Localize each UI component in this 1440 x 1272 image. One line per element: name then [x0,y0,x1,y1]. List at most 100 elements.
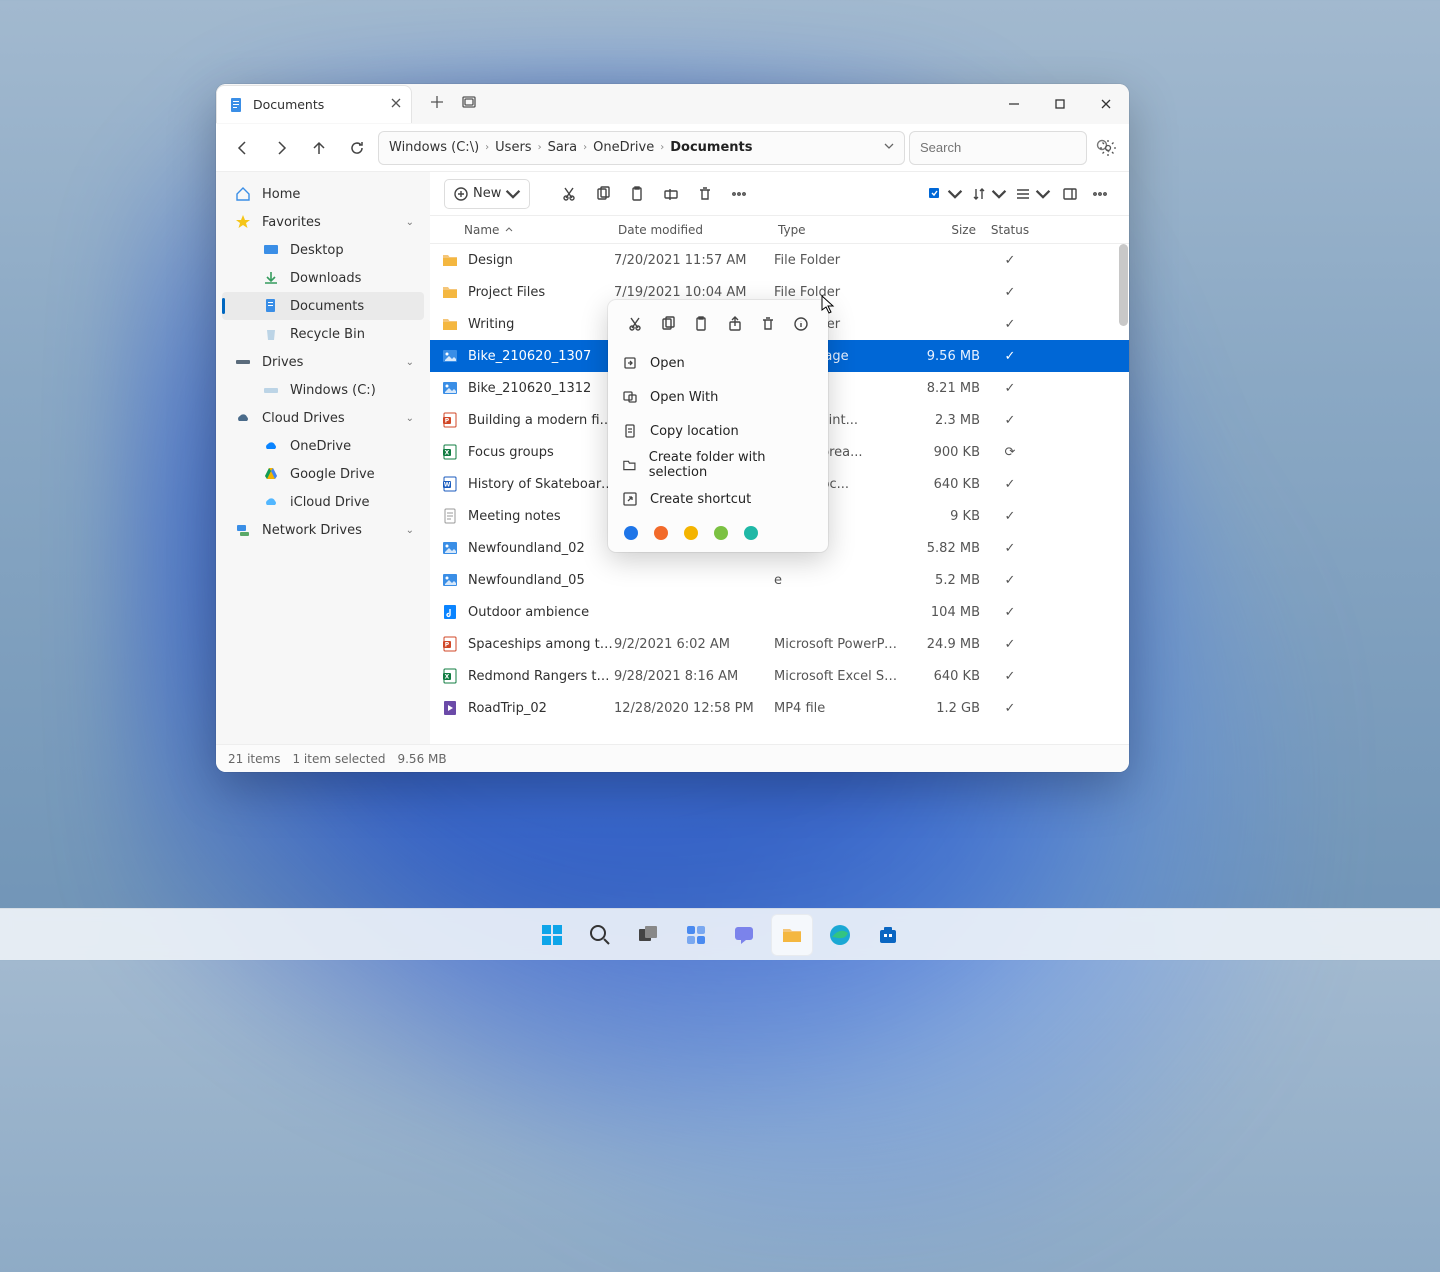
forward-button[interactable] [264,131,298,165]
start-button[interactable] [531,914,573,956]
breadcrumb-segment[interactable]: Sara [548,140,578,155]
file-size: 5.2 MB [898,573,980,588]
breadcrumb-segment[interactable]: Windows (C:\) [389,140,479,155]
close-button[interactable] [1083,84,1129,124]
select-button[interactable] [923,179,967,209]
column-status[interactable]: Status [980,223,1040,237]
cm-share-button[interactable] [721,310,749,338]
minimize-button[interactable] [991,84,1037,124]
cm-delete-button[interactable] [754,310,782,338]
file-row[interactable]: PSpaceships among the...9/2/2021 6:02 AM… [430,628,1129,660]
new-button[interactable]: New [444,179,530,209]
sidebar-label: Google Drive [290,467,375,482]
color-tag[interactable] [624,526,638,540]
sort-button[interactable] [967,179,1011,209]
file-date: 7/19/2021 10:04 AM [614,285,774,300]
breadcrumb-segment[interactable]: OneDrive [593,140,654,155]
chevron-down-icon[interactable]: ⌄ [406,357,414,368]
taskbar-chat[interactable] [723,914,765,956]
sidebar-item-icloud-drive[interactable]: iCloud Drive [222,488,424,516]
search-box[interactable] [909,131,1087,165]
file-row[interactable]: Newfoundland_05e5.2 MB✓ [430,564,1129,596]
sidebar-favorites[interactable]: Favorites ⌄ [222,208,424,236]
cm-copy-location[interactable]: Copy location [614,414,822,448]
sidebar-item-google-drive[interactable]: Google Drive [222,460,424,488]
cm-open[interactable]: Open [614,346,822,380]
file-icon: X [440,666,460,686]
scrollbar-thumb[interactable] [1119,244,1128,326]
back-button[interactable] [226,131,260,165]
preview-pane-button[interactable] [1055,179,1085,209]
file-row[interactable]: Design7/20/2021 11:57 AMFile Folder✓ [430,244,1129,276]
breadcrumb-current[interactable]: Documents [670,140,752,155]
sidebar-cloud-drives[interactable]: Cloud Drives ⌄ [222,404,424,432]
drives-icon [234,353,252,371]
taskbar-edge[interactable] [819,914,861,956]
file-status: ✓ [980,669,1040,684]
file-type: File Folder [774,285,898,300]
sidebar-network-drives[interactable]: Network Drives ⌄ [222,516,424,544]
file-row[interactable]: Outdoor ambience104 MB✓ [430,596,1129,628]
chevron-down-icon[interactable]: ⌄ [406,413,414,424]
column-type[interactable]: Type [774,223,898,237]
address-bar[interactable]: Windows (C:\)› Users› Sara› OneDrive› Do… [378,131,905,165]
overflow-button[interactable] [1085,179,1115,209]
sidebar-label: Home [262,187,300,202]
sidebar-home[interactable]: Home [222,180,424,208]
scrollbar[interactable] [1117,244,1129,744]
cm-paste-button[interactable] [687,310,715,338]
delete-button[interactable] [690,179,720,209]
sidebar-item-downloads[interactable]: Downloads [222,264,424,292]
taskbar-search[interactable] [579,914,621,956]
color-tag[interactable] [684,526,698,540]
taskbar-taskview[interactable] [627,914,669,956]
column-size[interactable]: Size [898,223,980,237]
file-type: Microsoft Excel Sprea... [774,669,898,684]
taskbar-file-explorer[interactable] [771,914,813,956]
file-status: ✓ [980,477,1040,492]
taskbar-store[interactable] [867,914,909,956]
cm-copy-button[interactable] [654,310,682,338]
tab-overview-button[interactable] [462,95,476,113]
sidebar-item-onedrive[interactable]: OneDrive [222,432,424,460]
maximize-button[interactable] [1037,84,1083,124]
sidebar-item-windows-c[interactable]: Windows (C:) [222,376,424,404]
tab-documents[interactable]: Documents [216,85,412,123]
cm-open-with[interactable]: Open With [614,380,822,414]
chevron-down-icon[interactable]: ⌄ [406,217,414,228]
color-tag[interactable] [654,526,668,540]
taskbar-widgets[interactable] [675,914,717,956]
rename-button[interactable] [656,179,686,209]
cut-button[interactable] [554,179,584,209]
cm-cut-button[interactable] [621,310,649,338]
chevron-down-icon[interactable]: ⌄ [406,525,414,536]
file-name: Bike_210620_1307 [468,349,614,364]
sidebar-item-recycle-bin[interactable]: Recycle Bin [222,320,424,348]
search-input[interactable] [920,140,1096,155]
file-row[interactable]: XRedmond Rangers triat...9/28/2021 8:16 … [430,660,1129,692]
color-tag[interactable] [714,526,728,540]
breadcrumb-segment[interactable]: Users [495,140,531,155]
file-row[interactable]: RoadTrip_0212/28/2020 12:58 PMMP4 file1.… [430,692,1129,724]
cm-create-folder[interactable]: Create folder with selection [614,448,822,482]
new-tab-button[interactable] [430,95,444,113]
sidebar-item-desktop[interactable]: Desktop [222,236,424,264]
more-button[interactable] [724,179,754,209]
sidebar-item-documents[interactable]: Documents [222,292,424,320]
cm-properties-button[interactable] [787,310,815,338]
color-tag[interactable] [744,526,758,540]
sidebar-drives[interactable]: Drives ⌄ [222,348,424,376]
settings-button[interactable] [1097,139,1119,157]
view-button[interactable] [1011,179,1055,209]
paste-button[interactable] [622,179,652,209]
copy-button[interactable] [588,179,618,209]
up-button[interactable] [302,131,336,165]
refresh-button[interactable] [340,131,374,165]
file-explorer-window: Documents Windows (C:\)› Users› Sara› On… [216,84,1129,772]
column-name[interactable]: Name [460,223,614,237]
cm-create-shortcut[interactable]: Create shortcut [614,482,822,516]
chevron-down-icon[interactable] [884,140,894,155]
column-date[interactable]: Date modified [614,223,774,237]
tab-close-button[interactable] [391,97,401,112]
file-status: ✓ [980,349,1040,364]
